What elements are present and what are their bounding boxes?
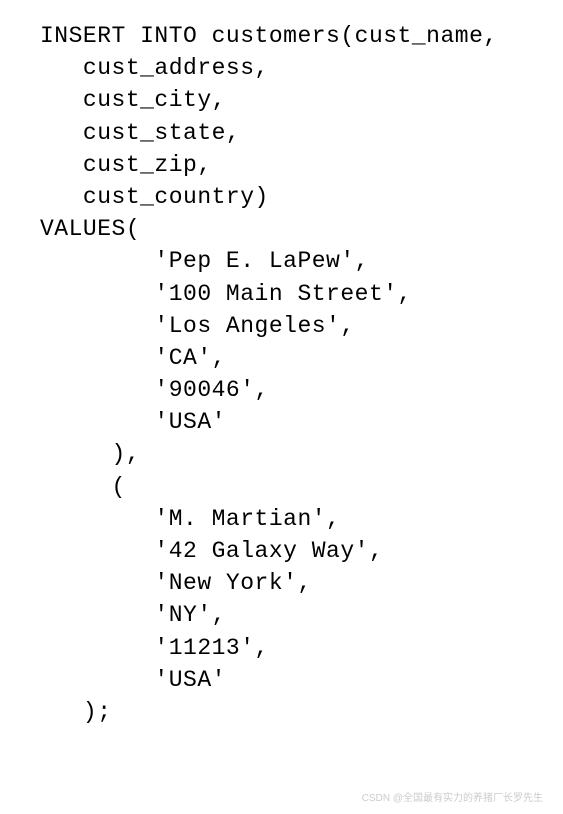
code-line: INSERT INTO customers(cust_name,: [40, 20, 563, 52]
code-line: '11213',: [40, 632, 563, 664]
code-line: 'USA': [40, 664, 563, 696]
code-line: 'Pep E. LaPew',: [40, 245, 563, 277]
code-line: 'New York',: [40, 567, 563, 599]
watermark-text: CSDN @全国最有实力的养猪厂长罗先生: [362, 792, 543, 806]
code-line: cust_state,: [40, 117, 563, 149]
code-line: cust_address,: [40, 52, 563, 84]
code-line: '42 Galaxy Way',: [40, 535, 563, 567]
code-line: 'USA': [40, 406, 563, 438]
code-line: cust_city,: [40, 84, 563, 116]
code-line: 'Los Angeles',: [40, 310, 563, 342]
code-line: VALUES(: [40, 213, 563, 245]
code-line: );: [40, 696, 563, 728]
code-line: (: [40, 471, 563, 503]
code-line: '90046',: [40, 374, 563, 406]
code-block: INSERT INTO customers(cust_name, cust_ad…: [40, 20, 563, 728]
code-line: 'M. Martian',: [40, 503, 563, 535]
code-line: '100 Main Street',: [40, 278, 563, 310]
code-line: 'CA',: [40, 342, 563, 374]
code-line: 'NY',: [40, 599, 563, 631]
code-line: ),: [40, 438, 563, 470]
code-line: cust_zip,: [40, 149, 563, 181]
code-line: cust_country): [40, 181, 563, 213]
